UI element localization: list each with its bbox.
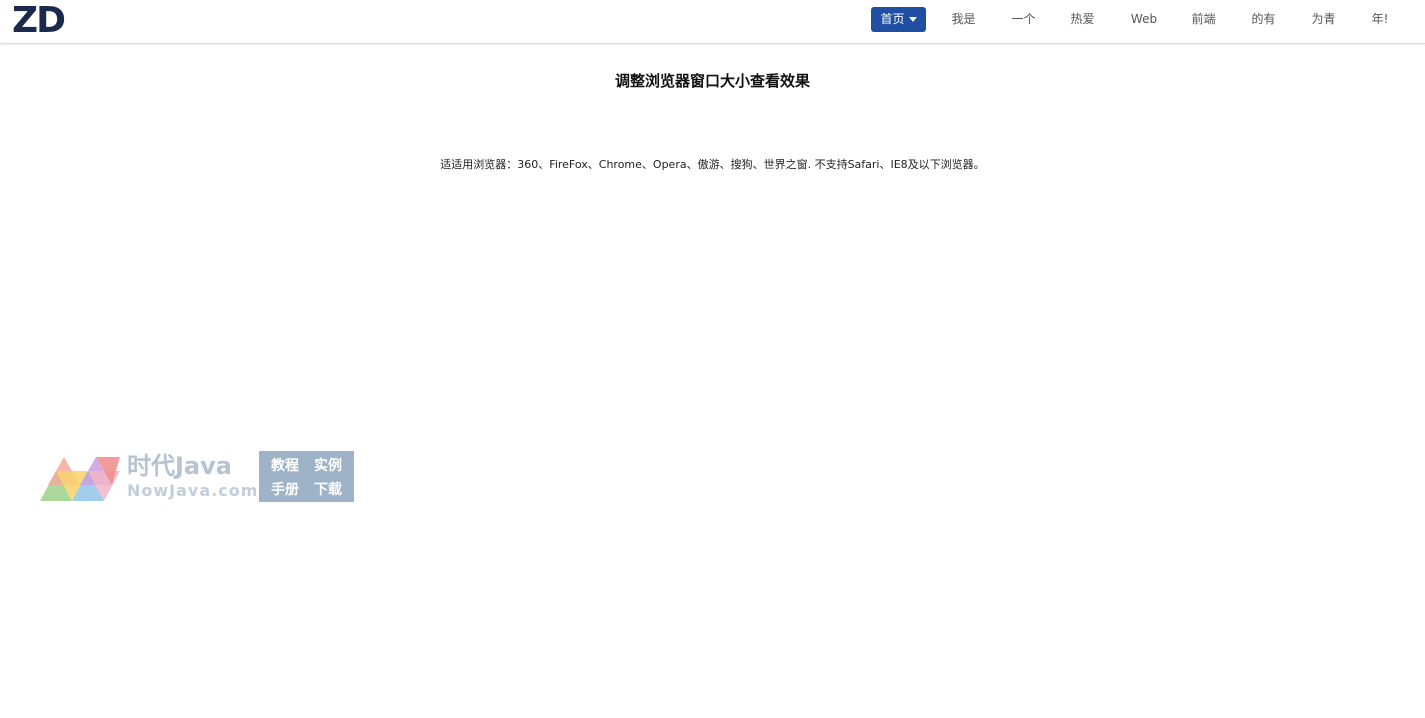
nav-item-4[interactable]: 热爱: [1070, 7, 1095, 32]
nav-item-5[interactable]: Web: [1130, 7, 1158, 32]
page-title: 调整浏览器窗口大小查看效果: [614, 72, 810, 90]
browser-support-note: 适适用浏览器：360、FireFox、Chrome、Opera、傲游、搜狗、世界…: [440, 158, 985, 171]
watermark: 时代Java NowJava.com 教程 实例 手册 下载: [30, 451, 360, 505]
nav-item-2[interactable]: 我是: [951, 7, 976, 32]
triangle-logo-icon: [40, 457, 120, 501]
nav-item-7[interactable]: 的有: [1251, 7, 1276, 32]
nav-item-9[interactable]: 年!: [1370, 7, 1390, 32]
nav-item-6[interactable]: 前端: [1191, 7, 1216, 32]
nav-item-8[interactable]: 为青: [1311, 7, 1336, 32]
watermark-brand: 时代Java: [127, 452, 232, 480]
watermark-item: 下载: [314, 482, 342, 498]
top-navbar: ZD 首页 我是 一个 热爱 Web 前端 的有 为青 年!: [0, 0, 1425, 44]
nav-item-label: 首页: [880, 12, 905, 26]
site-logo[interactable]: ZD: [12, 2, 66, 40]
watermark-item: 手册: [271, 482, 299, 498]
watermark-item: 教程: [271, 458, 299, 474]
watermark-item: 实例: [314, 458, 342, 474]
watermark-domain: NowJava.com: [127, 481, 259, 500]
nav-item-home[interactable]: 首页: [871, 7, 926, 32]
caret-down-icon: [908, 17, 917, 22]
nav-item-3[interactable]: 一个: [1011, 7, 1036, 32]
watermark-box: 教程 实例 手册 下载: [259, 451, 354, 502]
